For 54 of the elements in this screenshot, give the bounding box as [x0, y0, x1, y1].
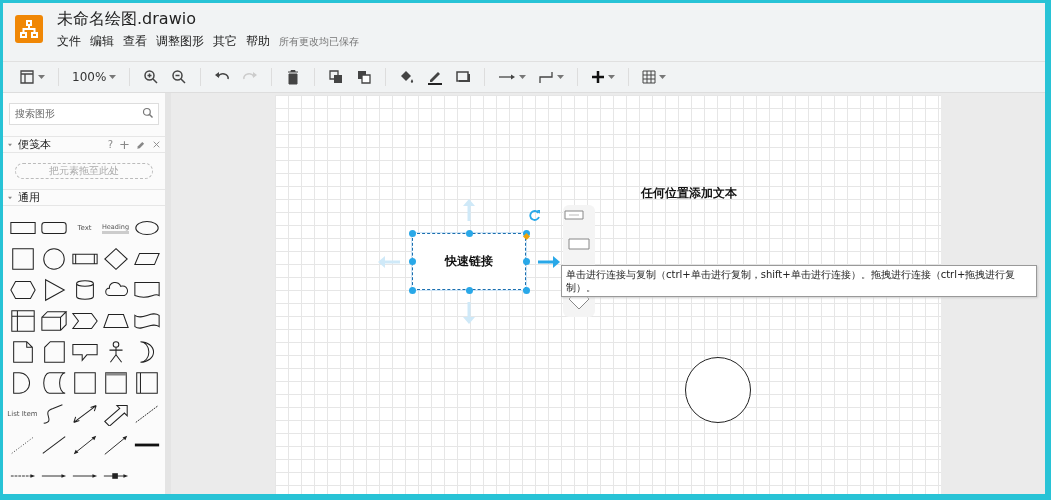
double-arrow-icon[interactable] [70, 402, 99, 426]
block-arrow-icon[interactable] [101, 402, 130, 426]
pencil-icon[interactable] [136, 139, 146, 150]
resize-handle[interactable] [465, 229, 473, 237]
menu-item[interactable]: 帮助 [246, 33, 270, 50]
rectangle-node[interactable]: 快速链接 [412, 233, 526, 290]
resize-handle[interactable] [465, 286, 473, 294]
corner-handle[interactable] [523, 233, 530, 240]
caret-icon[interactable] [38, 75, 45, 79]
pencil-line-icon[interactable] [427, 69, 444, 85]
save-status: 所有更改均已保存 [279, 35, 359, 49]
zoom-dropdown[interactable]: 100% [72, 70, 107, 84]
rotate-icon[interactable] [529, 209, 541, 221]
zoom-out-icon[interactable] [171, 69, 188, 85]
resize-handle[interactable] [408, 229, 416, 237]
expand-triangle-icon[interactable] [7, 142, 13, 147]
cube-shape-icon[interactable] [39, 309, 68, 333]
shadow-icon[interactable] [455, 69, 472, 85]
caret-icon[interactable] [109, 75, 117, 79]
close-icon[interactable] [152, 140, 161, 149]
menu-item[interactable]: 文件 [57, 33, 81, 50]
search-field[interactable]: 搜索图形 [9, 102, 159, 125]
fill-bucket-icon[interactable] [399, 69, 416, 85]
plus-icon[interactable] [591, 70, 606, 84]
caret-icon[interactable] [608, 75, 616, 79]
resize-handle[interactable] [408, 286, 416, 294]
app-logo-icon [15, 15, 43, 43]
help-link[interactable]: ? [107, 139, 114, 150]
panel-layout-icon[interactable] [19, 69, 35, 85]
diamond-shape-icon[interactable] [101, 247, 130, 271]
caret-icon[interactable] [519, 75, 527, 79]
menu-item[interactable]: 调整图形 [156, 33, 204, 50]
expand-triangle-icon[interactable] [7, 195, 13, 200]
hexagon-shape-icon[interactable] [8, 278, 37, 302]
resize-handle[interactable] [522, 286, 530, 294]
table-icon[interactable] [642, 70, 657, 84]
caret-icon[interactable] [659, 75, 667, 79]
menu-item[interactable]: 其它 [213, 33, 237, 50]
search-icon[interactable] [142, 107, 154, 119]
text-node[interactable]: 任何位置添加文本 [641, 185, 737, 202]
bring-to-front-icon[interactable] [328, 69, 345, 85]
internal-storage-shape-icon[interactable] [8, 309, 37, 333]
section-title[interactable]: 通用 [18, 190, 161, 205]
send-to-back-icon[interactable] [356, 69, 373, 85]
menu-item[interactable]: 编辑 [90, 33, 114, 50]
resize-handle[interactable] [408, 258, 416, 265]
menu-item[interactable]: 查看 [123, 33, 147, 50]
caret-icon[interactable] [557, 75, 565, 79]
window-title: 未命名绘图.drawio [57, 9, 197, 30]
section-title[interactable]: 便笺本 [18, 137, 103, 152]
resize-handle[interactable] [522, 258, 530, 265]
arrow-right-icon[interactable] [538, 255, 560, 268]
zoom-in-icon[interactable] [143, 69, 160, 85]
waypoint-icon[interactable] [538, 69, 555, 85]
